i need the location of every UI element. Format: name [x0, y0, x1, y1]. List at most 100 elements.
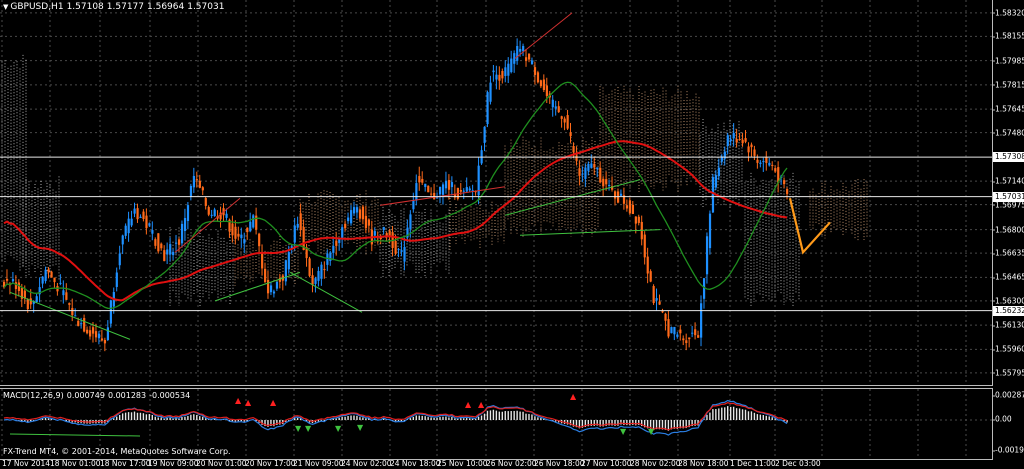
candle-body: [433, 192, 436, 200]
time-axis[interactable]: 17 Nov 2014 18 Nov 01:00 18 Nov 17:00 19 No…: [0, 458, 992, 469]
candle-body: [685, 340, 688, 344]
macd-main-value: 0.000749: [66, 391, 105, 400]
candle-body: [602, 178, 605, 187]
candle-body: [439, 186, 442, 195]
chart-window[interactable]: ▼ GBPUSD,H1 1.57108 1.57177 1.56964 1.57031 1…: [0, 0, 1024, 469]
candle-body: [367, 219, 371, 226]
candle-body: [551, 99, 554, 108]
candle-body: [495, 74, 498, 80]
price-tick-label: 1.55960: [991, 345, 1024, 354]
candle-body: [234, 226, 237, 239]
signal-arrow-icon: ▲: [570, 392, 577, 401]
candle-body: [427, 185, 430, 193]
trend-line: [9, 291, 131, 340]
trend-line: [289, 271, 363, 313]
candle-body: [557, 106, 560, 113]
triangle-down-icon[interactable]: ▼: [3, 3, 8, 11]
trend-line: [214, 271, 301, 302]
candle-body: [68, 303, 71, 305]
macd-pane[interactable]: ▲ ▲ ▲ ▲ ▲ ▲ ▼ ▼ ▼ ▼ ▼ ▼ MACD(12,26,9) 0.000749 0.0012…: [0, 388, 993, 460]
candle-body: [41, 276, 44, 284]
candle-body: [344, 223, 347, 229]
price-tick-label: 1.56300: [991, 296, 1024, 305]
candle-body: [77, 320, 80, 326]
candle-body: [14, 282, 18, 290]
candle-body: [180, 223, 184, 244]
candle-body: [652, 286, 655, 304]
candle-body: [738, 139, 741, 141]
macd-axis[interactable]: 0.002871 0.00 -0.001979: [992, 388, 1024, 458]
symbol-label: GBPUSD,H1: [10, 2, 64, 12]
macd-trend-line: [9, 433, 141, 437]
candle-body: [750, 144, 753, 148]
candle-body: [323, 269, 326, 271]
time-tick-label: 20 Nov 01:00: [196, 459, 247, 468]
signal-arrow-icon: ▼: [295, 424, 302, 433]
candle-body: [741, 139, 744, 144]
candle-body: [676, 334, 679, 337]
price-tick-label: 1.55795: [991, 368, 1024, 377]
candle-body: [726, 135, 729, 146]
candle-body: [154, 239, 157, 246]
open-value: 1.57108: [66, 2, 104, 12]
time-tick-label: 27 Nov 10:00: [581, 459, 632, 468]
candle-body: [189, 185, 193, 197]
candle-body: [530, 60, 534, 65]
candle-body: [172, 251, 175, 256]
candle-body: [177, 239, 181, 245]
candle-body: [163, 250, 166, 262]
candle-body: [759, 162, 762, 164]
price-axis[interactable]: 1.58320 1.58155 1.57985 1.57815 1.57645 1.574…: [991, 0, 1024, 385]
trend-line: [519, 229, 661, 236]
candle-body: [50, 271, 53, 278]
candle-body: [347, 217, 350, 222]
candle-body: [169, 244, 172, 255]
candle-body: [403, 246, 406, 262]
candle-body: [688, 337, 691, 340]
candle-body: [166, 249, 169, 255]
candle-body: [350, 210, 353, 224]
low-value: 1.56964: [147, 2, 185, 12]
candle-body: [634, 216, 637, 224]
candle-body: [136, 208, 139, 220]
candle-body: [269, 285, 273, 293]
time-tick-label: 26 Nov 02:00: [486, 459, 537, 468]
signal-arrow-icon: ▲: [245, 398, 252, 407]
high-value: 1.57177: [106, 2, 144, 12]
candle-body: [628, 200, 632, 214]
candle-body: [341, 227, 344, 239]
candle-body: [5, 278, 9, 281]
candle-body: [774, 168, 777, 172]
price-tick-label: 1.57815: [991, 80, 1024, 89]
candle-body: [605, 179, 608, 185]
candle-body: [83, 318, 86, 332]
candle-body: [329, 252, 332, 261]
macd-signal-line: [3, 402, 788, 431]
candle-body: [682, 338, 685, 341]
candle-body: [498, 74, 501, 81]
candle-body: [80, 323, 83, 325]
candle-body: [160, 243, 163, 249]
candle-body: [53, 277, 56, 283]
candle-body: [581, 173, 584, 175]
candle-body: [572, 145, 575, 153]
candle-body: [590, 163, 593, 168]
candle-body: [314, 278, 317, 284]
price-level-tag: 1.56232: [993, 305, 1024, 316]
macd-header: MACD(12,26,9) 0.000749 0.001283 -0.000534: [3, 391, 193, 400]
candle-body: [106, 327, 110, 341]
candle-body: [694, 329, 697, 336]
time-tick-label: 26 Nov 18:00: [534, 459, 585, 468]
candle-body: [201, 187, 204, 191]
candle-body: [708, 213, 712, 249]
candle-body: [320, 264, 323, 279]
candle-body: [542, 79, 546, 91]
candle-body: [563, 118, 566, 123]
candle-body: [536, 72, 540, 83]
candle-body: [765, 157, 768, 163]
price-chart-pane[interactable]: ▼ GBPUSD,H1 1.57108 1.57177 1.56964 1.57031: [0, 0, 993, 386]
candle-body: [133, 208, 136, 214]
price-tick-label: 1.57985: [991, 56, 1024, 65]
candle-body: [264, 268, 267, 282]
macd-hist-value: -0.000534: [149, 391, 191, 400]
